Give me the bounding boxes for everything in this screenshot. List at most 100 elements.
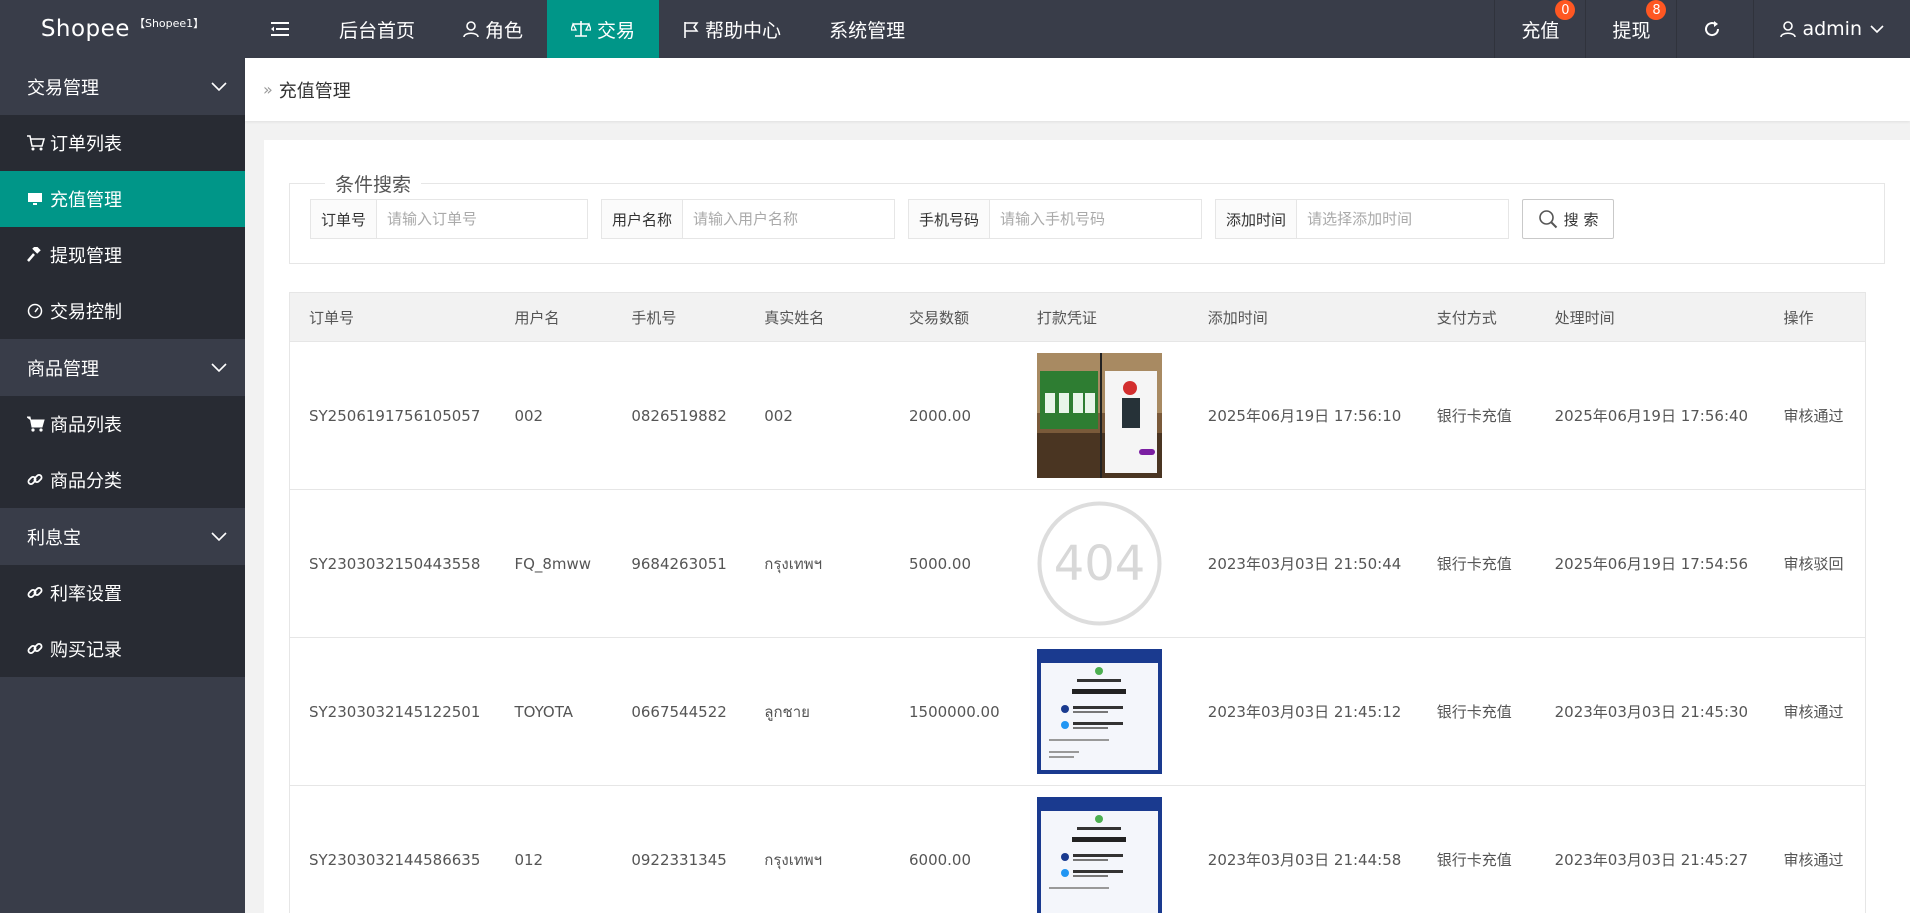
chevron-down-icon (1870, 24, 1884, 33)
top-bar: Shopee 【Shopee1】 后台首页 角色 交易 帮助中心 系统管理 充值… (0, 0, 1910, 58)
cart-icon (27, 416, 47, 432)
monitor-icon (27, 192, 47, 206)
table-row: SY2303032144586635 012 0922331345 กรุงเท… (289, 785, 1866, 913)
brand-logo[interactable]: Shopee 【Shopee1】 (0, 0, 245, 58)
add-time-label: 添加时间 (1216, 200, 1298, 238)
withdraw-button[interactable]: 提现 8 (1585, 0, 1676, 58)
add-time-input[interactable] (1297, 200, 1509, 238)
cell-pay: 银行卡充值 (1417, 341, 1536, 490)
sidebar-item-orders[interactable]: 订单列表 (0, 115, 245, 171)
cell-amount: 2000.00 (889, 341, 1018, 490)
sidebar-item-label: 商品分类 (50, 471, 122, 492)
search-icon (1538, 210, 1557, 229)
sidebar-item-label: 利率设置 (50, 584, 122, 605)
search-form: 条件搜索 订单号 用户名称 手机号码 添加时间 (289, 170, 1885, 264)
sidebar-group-trade[interactable]: 交易管理 (0, 58, 245, 115)
cell-processed: 2023年03月03日 21:45:27 (1535, 785, 1765, 913)
cell-user: 012 (495, 785, 613, 913)
payment-proof-image[interactable] (1036, 353, 1162, 478)
gavel-icon (27, 247, 47, 263)
table-header-row: 订单号 用户名 手机号 真实姓名 交易数额 打款凭证 添加时间 支付方式 处理时… (289, 292, 1866, 342)
nav-help-label: 帮助中心 (705, 19, 782, 42)
username-input[interactable] (683, 200, 895, 238)
sidebar-group-label: 利息宝 (27, 527, 81, 549)
sidebar-item-withdraw[interactable]: 提现管理 (0, 227, 245, 283)
cell-action: 审核驳回 (1764, 489, 1866, 638)
cell-phone: 0667544522 (612, 637, 746, 786)
sidebar-item-goods-category[interactable]: 商品分类 (0, 452, 245, 508)
cell-pay: 银行卡充值 (1417, 785, 1536, 913)
sidebar-item-label: 订单列表 (50, 134, 122, 155)
cell-order: SY2303032144586635 (289, 785, 496, 913)
sidebar-group-label: 交易管理 (27, 77, 99, 99)
cell-realname: กรุงเทพฯ (745, 489, 890, 638)
sidebar-item-label: 购买记录 (50, 640, 122, 661)
nav-trade[interactable]: 交易 (547, 0, 660, 58)
cell-user: TOYOTA (495, 637, 613, 786)
cell-pay: 银行卡充值 (1417, 637, 1536, 786)
cell-proof: 404 (1017, 489, 1189, 638)
link-icon (27, 472, 47, 488)
search-button[interactable]: 搜 索 (1522, 199, 1615, 239)
cell-processed: 2025年06月19日 17:54:56 (1535, 489, 1765, 638)
cell-action: 审核通过 (1764, 637, 1866, 786)
sidebar-group-label: 商品管理 (27, 358, 99, 380)
sidebar-item-goods-list[interactable]: 商品列表 (0, 396, 245, 452)
col-header: 手机号 (612, 292, 746, 342)
col-header: 订单号 (289, 292, 496, 342)
phone-input[interactable] (990, 200, 1202, 238)
sidebar-group-interest[interactable]: 利息宝 (0, 508, 245, 565)
sidebar-item-purchase-records[interactable]: 购买记录 (0, 621, 245, 677)
recharge-button[interactable]: 充值 0 (1494, 0, 1585, 58)
nav-help[interactable]: 帮助中心 (659, 0, 805, 58)
col-header: 真实姓名 (745, 292, 890, 342)
cell-added: 2023年03月03日 21:45:12 (1188, 637, 1418, 786)
table-row: SY2506191756105057 002 0826519882 002 20… (289, 341, 1866, 490)
col-header: 操作 (1764, 292, 1866, 342)
nav-role[interactable]: 角色 (439, 0, 547, 58)
breadcrumb-arrows: » (263, 80, 273, 99)
link-icon (27, 641, 47, 657)
refresh-button[interactable] (1676, 0, 1753, 58)
cell-proof (1017, 637, 1189, 786)
cell-amount: 5000.00 (889, 489, 1018, 638)
payment-proof-image[interactable] (1036, 649, 1162, 774)
username-field: 用户名称 (601, 199, 896, 239)
sidebar-item-recharge[interactable]: 充值管理 (0, 171, 245, 227)
order-number-input[interactable] (377, 200, 588, 238)
username-label: 用户名称 (602, 200, 684, 238)
cell-proof (1017, 785, 1189, 913)
cell-pay: 银行卡充值 (1417, 489, 1536, 638)
chevron-down-icon (211, 81, 227, 91)
cell-realname: กรุงเทพฯ (745, 785, 890, 913)
nav-trade-label: 交易 (597, 19, 636, 42)
nav-system[interactable]: 系统管理 (805, 0, 929, 58)
cell-realname: 002 (745, 341, 890, 490)
cell-amount: 1500000.00 (889, 637, 1018, 786)
cell-phone: 9684263051 (612, 489, 746, 638)
nav-home[interactable]: 后台首页 (315, 0, 439, 58)
user-icon (463, 20, 479, 37)
sidebar-item-label: 充值管理 (50, 190, 122, 211)
menu-toggle-icon[interactable] (245, 0, 315, 58)
phone-label: 手机号码 (909, 200, 991, 238)
user-menu[interactable]: admin (1753, 0, 1910, 58)
cell-added: 2025年06月19日 17:56:10 (1188, 341, 1418, 490)
sidebar-item-trade-control[interactable]: 交易控制 (0, 283, 245, 339)
col-header: 支付方式 (1417, 292, 1536, 342)
gauge-icon (27, 303, 47, 319)
order-number-label: 订单号 (311, 200, 378, 238)
cell-phone: 0826519882 (612, 341, 746, 490)
cell-amount: 6000.00 (889, 785, 1018, 913)
user-name: admin (1802, 18, 1862, 40)
recharge-table: 订单号 用户名 手机号 真实姓名 交易数额 打款凭证 添加时间 支付方式 处理时… (289, 292, 1866, 913)
payment-proof-image[interactable]: 404 (1037, 501, 1162, 626)
col-header: 打款凭证 (1017, 292, 1189, 342)
search-legend: 条件搜索 (335, 174, 412, 196)
nav-role-label: 角色 (485, 19, 524, 42)
payment-proof-image[interactable] (1036, 797, 1162, 913)
sidebar-group-goods[interactable]: 商品管理 (0, 339, 245, 396)
sidebar-item-rate-settings[interactable]: 利率设置 (0, 565, 245, 621)
cell-action: 审核通过 (1764, 785, 1866, 913)
refresh-icon (1705, 21, 1720, 37)
